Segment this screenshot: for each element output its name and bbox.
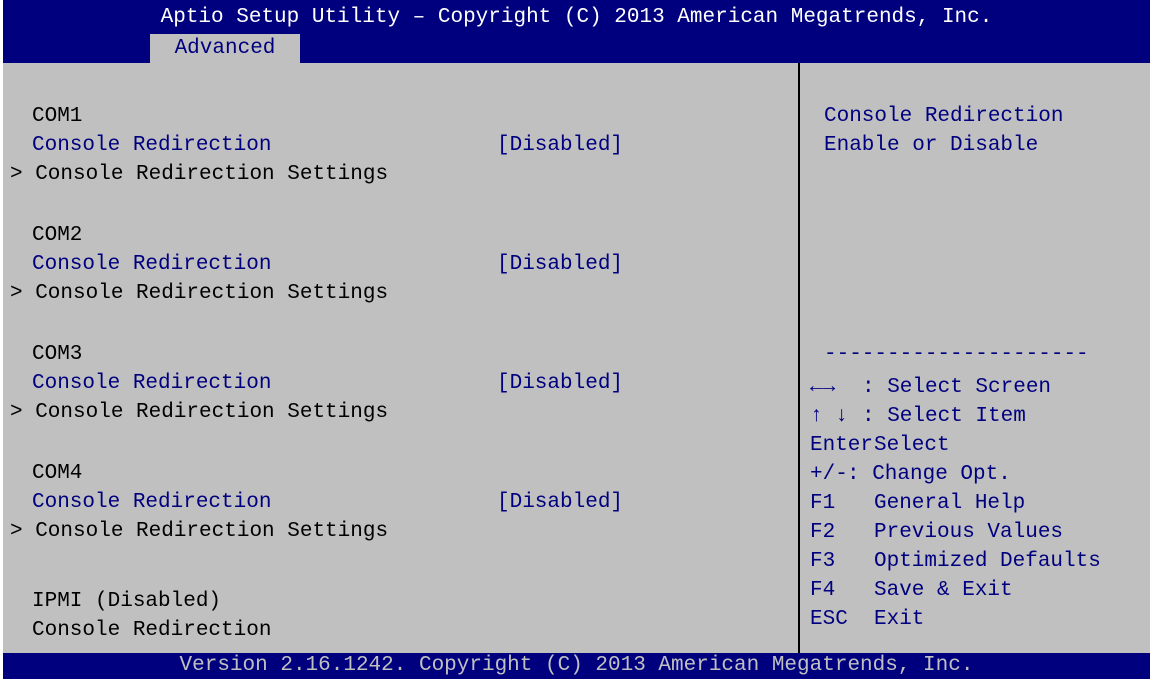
help-pane: Console Redirection Enable or Disable --… [800,63,1150,653]
key-desc-select-item: : Select Item [862,405,1026,428]
key-f4: F4 [810,579,836,602]
key-f3: F3 [810,550,836,573]
title-bar: Aptio Setup Utility – Copyright (C) 2013… [3,0,1150,64]
key-enter: Enter [810,434,874,457]
com1-console-redirection-value[interactable]: [Disabled] [497,134,623,158]
help-separator: --------------------- [824,343,1089,366]
ipmi-console-redirection-label: Console Redirection [32,619,272,642]
com2-console-redirection-settings[interactable]: > Console Redirection Settings [10,282,388,306]
com1-console-redirection-label[interactable]: Console Redirection [32,134,271,158]
help-description: Enable or Disable [824,134,1039,157]
com3-heading: COM3 [32,343,83,366]
key-f1: F1 [810,492,836,515]
key-desc-general-help: General Help [874,492,1026,515]
com2-console-redirection-value[interactable]: [Disabled] [497,253,623,277]
key-desc-exit: Exit [874,608,925,631]
com4-console-redirection-settings[interactable]: > Console Redirection Settings [10,520,388,544]
arrow-up-down-icon: ↑ ↓ [810,405,848,428]
com4-console-redirection-label[interactable]: Console Redirection [32,491,271,515]
arrow-left-right-icon: ←→ [810,376,836,399]
key-desc-previous-values: Previous Values [874,521,1064,544]
key-desc-optimized-defaults: Optimized Defaults [874,550,1101,573]
com3-console-redirection-value[interactable]: [Disabled] [497,372,623,396]
app-title: Aptio Setup Utility – Copyright (C) 2013… [160,6,993,29]
version-footer: Version 2.16.1242. Copyright (C) 2013 Am… [3,653,1150,679]
key-plus-minus: +/- [810,463,848,486]
key-desc-select: Select [874,434,950,457]
com1-heading: COM1 [32,105,83,128]
com1-console-redirection-settings[interactable]: > Console Redirection Settings [10,163,388,187]
com2-heading: COM2 [32,224,83,247]
key-esc: ESC [810,608,848,631]
com2-console-redirection-label[interactable]: Console Redirection [32,253,271,277]
ipmi-heading: IPMI (Disabled) [32,590,222,613]
tab-advanced[interactable]: Advanced [150,34,300,64]
com3-console-redirection-label[interactable]: Console Redirection [32,372,271,396]
settings-pane: COM1 Console Redirection [Disabled] > Co… [3,63,797,653]
com4-heading: COM4 [32,462,83,485]
key-desc-change-opt: : Change Opt. [847,463,1011,486]
help-title: Console Redirection [824,105,1064,128]
key-desc-select-screen: : Select Screen [862,376,1052,399]
com3-console-redirection-settings[interactable]: > Console Redirection Settings [10,401,388,425]
bios-screen: Aptio Setup Utility – Copyright (C) 2013… [3,0,1150,679]
com4-console-redirection-value[interactable]: [Disabled] [497,491,623,515]
key-desc-save-exit: Save & Exit [874,579,1013,602]
key-f2: F2 [810,521,836,544]
